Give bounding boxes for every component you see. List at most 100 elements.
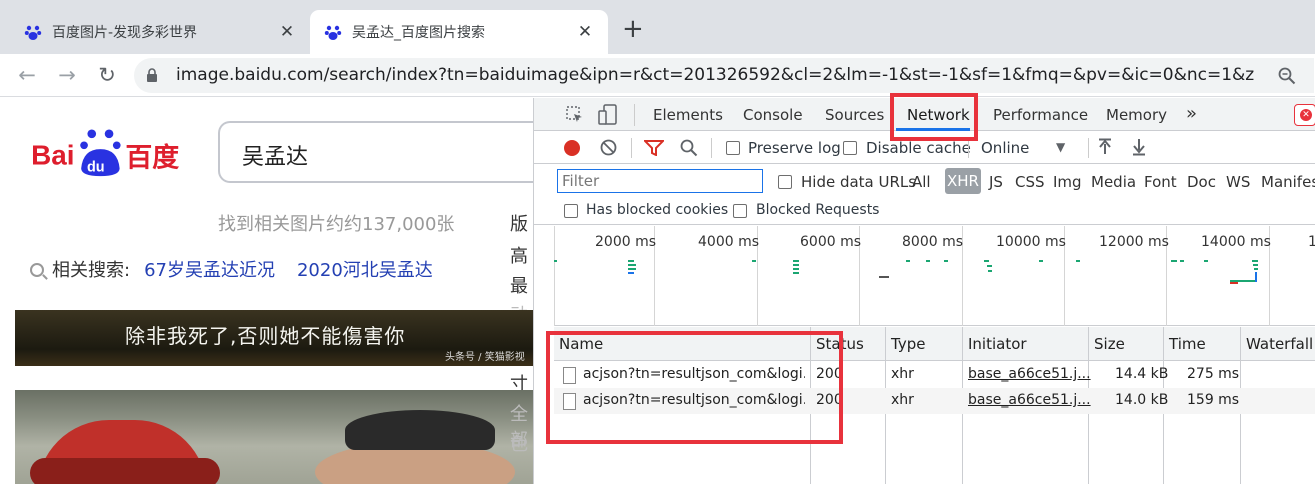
search-input-value[interactable]: 吴孟达 bbox=[242, 139, 308, 171]
filter-bar: Filter Hide data URLs All XHR JS CSS Img… bbox=[534, 165, 1315, 197]
url-text[interactable]: image.baidu.com/search/index?tn=baiduima… bbox=[176, 65, 1256, 85]
filter-type-manifest[interactable]: Manifest bbox=[1261, 173, 1315, 191]
tab-elements[interactable]: Elements bbox=[653, 106, 723, 124]
search-input[interactable]: 吴孟达 bbox=[218, 121, 533, 183]
activity-mark bbox=[628, 264, 636, 266]
filter-type-doc[interactable]: Doc bbox=[1187, 173, 1216, 191]
tab-title: 百度图片-发现多彩世界 bbox=[52, 25, 198, 41]
address-bar[interactable]: image.baidu.com/search/index?tn=baiduima… bbox=[134, 58, 1314, 93]
back-arrow-icon[interactable]: ← bbox=[14, 62, 40, 88]
forward-arrow-icon[interactable]: → bbox=[54, 62, 80, 88]
search-icon[interactable] bbox=[680, 139, 698, 157]
request-size: 14.4 kB bbox=[1115, 366, 1169, 382]
filter-type-img[interactable]: Img bbox=[1053, 173, 1082, 191]
filter-type-all[interactable]: All bbox=[912, 173, 931, 191]
column-header-type[interactable]: Type bbox=[891, 335, 925, 353]
activity-mark bbox=[1253, 264, 1258, 266]
timeline-tick: 2000 ms bbox=[595, 234, 657, 250]
blocked-filters: Has blocked cookies Blocked Requests bbox=[534, 197, 1315, 225]
tab-sources[interactable]: Sources bbox=[825, 106, 884, 124]
preserve-log-label[interactable]: Preserve log bbox=[748, 139, 841, 157]
grid-line bbox=[554, 226, 555, 326]
divider bbox=[1088, 138, 1089, 158]
activity-mark bbox=[1204, 260, 1208, 262]
tab-memory[interactable]: Memory bbox=[1106, 106, 1167, 124]
zoom-icon[interactable] bbox=[1278, 67, 1296, 85]
inspect-element-icon[interactable] bbox=[566, 106, 584, 124]
column-header-waterfall[interactable]: Waterfall bbox=[1246, 335, 1313, 353]
baidu-logo[interactable]: Bai du 百度 bbox=[28, 128, 193, 178]
related-link[interactable]: 67岁吴孟达近况 bbox=[144, 260, 275, 281]
request-initiator[interactable]: base_a66ce51.j... bbox=[968, 366, 1091, 382]
hide-data-urls-label[interactable]: Hide data URLs bbox=[801, 173, 916, 191]
browser-toolbar: ← → ↻ image.baidu.com/search/index?tn=ba… bbox=[0, 54, 1315, 97]
more-tabs-icon[interactable]: » bbox=[1186, 103, 1197, 124]
has-blocked-cookies-label[interactable]: Has blocked cookies bbox=[586, 202, 728, 218]
timeline-tick: 6000 ms bbox=[800, 234, 862, 250]
activity-mark bbox=[1180, 260, 1184, 262]
filter-type-font[interactable]: Font bbox=[1144, 173, 1177, 191]
column-header-time[interactable]: Time bbox=[1169, 335, 1206, 353]
requests-highlight bbox=[546, 331, 843, 444]
activity-mark bbox=[1254, 268, 1258, 270]
activity-mark bbox=[793, 264, 799, 266]
errors-badge[interactable]: ✕ bbox=[1294, 104, 1315, 126]
timeline-tick: 4000 ms bbox=[698, 234, 760, 250]
device-toolbar-icon[interactable] bbox=[598, 104, 618, 126]
blocked-requests-label[interactable]: Blocked Requests bbox=[756, 202, 879, 218]
request-initiator[interactable]: base_a66ce51.j... bbox=[968, 392, 1091, 408]
filter-type-js[interactable]: JS bbox=[989, 173, 1003, 191]
filter-side-text[interactable]: 高 bbox=[510, 242, 528, 268]
result-image[interactable]: 除非我死了,否则她不能傷害你 头条号 / 笑猫影视 bbox=[15, 310, 533, 366]
tab-performance[interactable]: Performance bbox=[993, 106, 1088, 124]
filter-input[interactable]: Filter bbox=[557, 169, 763, 193]
column-header-size[interactable]: Size bbox=[1094, 335, 1125, 353]
activity-mark bbox=[793, 260, 799, 262]
close-tab-icon[interactable]: ✕ bbox=[574, 22, 596, 42]
close-tab-icon[interactable]: ✕ bbox=[276, 22, 298, 42]
disable-cache-label[interactable]: Disable cache bbox=[866, 139, 971, 157]
filter-type-css[interactable]: CSS bbox=[1015, 173, 1045, 191]
activity-mark bbox=[987, 265, 992, 267]
record-icon[interactable] bbox=[564, 140, 580, 156]
svg-text:百度: 百度 bbox=[125, 141, 179, 173]
baidu-paw-icon bbox=[24, 25, 42, 40]
reload-icon[interactable]: ↻ bbox=[94, 62, 120, 88]
filter-type-media[interactable]: Media bbox=[1091, 173, 1136, 191]
timeline-tick: 12000 ms bbox=[1099, 234, 1169, 250]
activity-mark bbox=[926, 260, 930, 262]
import-har-icon[interactable] bbox=[1098, 138, 1112, 156]
request-type: xhr bbox=[891, 392, 914, 408]
filter-type-ws[interactable]: WS bbox=[1226, 173, 1250, 191]
column-header-initiator[interactable]: Initiator bbox=[968, 335, 1027, 353]
search-icon bbox=[30, 263, 44, 277]
tab-console[interactable]: Console bbox=[743, 106, 803, 124]
lock-icon bbox=[147, 68, 157, 82]
svg-text:du: du bbox=[87, 159, 105, 175]
filter-side-text[interactable]: 版 bbox=[510, 210, 528, 236]
filter-funnel-icon[interactable] bbox=[644, 140, 664, 156]
export-har-icon[interactable] bbox=[1132, 138, 1146, 156]
filter-type-xhr[interactable]: XHR bbox=[945, 168, 981, 194]
image-subtitle: 除非我死了,否则她不能傷害你 bbox=[125, 324, 406, 348]
svg-text:Bai: Bai bbox=[31, 140, 74, 171]
image-detail bbox=[345, 410, 495, 450]
preserve-log-checkbox[interactable] bbox=[726, 140, 740, 156]
divider bbox=[711, 138, 712, 158]
related-link[interactable]: 2020河北吴孟达 bbox=[297, 260, 433, 281]
clear-icon[interactable] bbox=[600, 139, 617, 156]
throttle-select[interactable]: Online bbox=[981, 139, 1029, 157]
blocked-requests-checkbox[interactable] bbox=[733, 203, 747, 219]
activity-mark bbox=[1230, 282, 1238, 284]
filter-side-text[interactable]: 最 bbox=[510, 272, 528, 298]
dropdown-arrow-icon[interactable]: ▼ bbox=[1056, 140, 1065, 154]
divider bbox=[968, 138, 969, 158]
new-tab-button[interactable]: + bbox=[622, 16, 644, 42]
browser-tab-baidu-home[interactable]: 百度图片-发现多彩世界 ✕ bbox=[0, 10, 310, 54]
result-image[interactable] bbox=[15, 390, 533, 484]
disable-cache-checkbox[interactable] bbox=[843, 140, 857, 156]
filter-side-text[interactable]: 色 bbox=[510, 430, 528, 456]
hide-data-urls-checkbox[interactable] bbox=[778, 174, 792, 190]
has-blocked-cookies-checkbox[interactable] bbox=[564, 203, 578, 219]
browser-tab-search[interactable]: 吴孟达_百度图片搜索 ✕ bbox=[310, 10, 608, 54]
